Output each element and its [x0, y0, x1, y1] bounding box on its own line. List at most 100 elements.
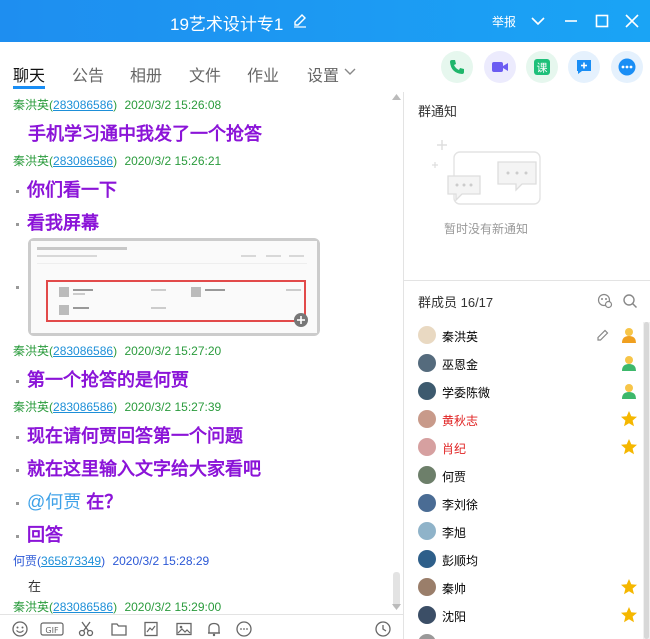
gif-icon[interactable]: GIF: [40, 621, 64, 637]
message-line: 现在请何贾回答第一个问题: [16, 422, 243, 448]
add-app-icon: [577, 60, 591, 74]
edit-icon[interactable]: [292, 12, 308, 28]
sender-uid-link[interactable]: 365873349: [41, 554, 101, 568]
message-header: 秦洪英(283086586) 2020/3/2 15:27:39: [13, 400, 222, 414]
sender-uid-link[interactable]: 283086586: [53, 600, 113, 614]
add-app-button[interactable]: [568, 51, 600, 83]
member-item[interactable]: 李刘徐: [404, 489, 644, 517]
more-button[interactable]: [611, 51, 643, 83]
member-item[interactable]: 学委陈微: [404, 377, 644, 405]
sender-uid-link[interactable]: 283086586: [53, 344, 113, 358]
scroll-down-icon[interactable]: [392, 604, 401, 610]
sender-name[interactable]: 秦洪英: [13, 344, 49, 358]
chevron-down-icon[interactable]: [344, 68, 356, 76]
bell-icon[interactable]: [206, 621, 222, 637]
avatar: [418, 522, 436, 540]
more-icon[interactable]: [236, 621, 252, 637]
member-name: 学委陈微: [442, 386, 491, 400]
message-line: @何贾 在？: [16, 488, 122, 514]
tab-chat[interactable]: 聊天: [13, 62, 45, 86]
owner-icon: [622, 328, 636, 343]
folder-icon[interactable]: [111, 621, 127, 637]
maximize-icon[interactable]: [594, 13, 610, 29]
scrollbar-thumb[interactable]: [644, 322, 649, 639]
message-text: 手机学习通中我发了一个抢答: [28, 124, 262, 144]
picture-icon[interactable]: [176, 621, 192, 637]
message-text: 现在请何贾回答第一个问题: [27, 426, 243, 446]
star-icon: [621, 579, 637, 595]
message-header: 秦洪英(283086586) 2020/3/2 15:26:08: [13, 98, 222, 112]
class-button[interactable]: 课: [526, 51, 558, 83]
screenshot-image[interactable]: [28, 238, 320, 336]
member-item[interactable]: 沈阳: [404, 601, 644, 629]
history-icon[interactable]: [375, 621, 391, 637]
image-icon[interactable]: [143, 621, 159, 637]
sender-name[interactable]: 秦洪英: [13, 600, 49, 614]
avatar: [418, 550, 436, 568]
group-title: 19艺术设计专1: [170, 15, 284, 34]
message-line: 第一个抢答的是何贾: [16, 366, 189, 392]
sender-uid-link[interactable]: 283086586: [53, 400, 113, 414]
tab-settings[interactable]: 设置: [307, 62, 339, 86]
message-header: 秦洪英(283086586) 2020/3/2 15:29:00: [13, 600, 222, 614]
video-call-button[interactable]: [484, 51, 516, 83]
message-line: 回答: [16, 521, 63, 547]
phone-call-icon: [450, 60, 464, 74]
report-button[interactable]: 举报: [492, 13, 516, 30]
tab-homework[interactable]: 作业: [247, 62, 279, 86]
member-item[interactable]: 秦洪英: [404, 321, 644, 349]
sender-uid-link[interactable]: 283086586: [53, 98, 113, 112]
screenshot-thumbnail: [31, 241, 317, 333]
star-icon: [621, 439, 637, 455]
message-text: 就在这里输入文字给大家看吧: [27, 459, 261, 479]
phone-call-button[interactable]: [441, 51, 473, 83]
avatar: [418, 494, 436, 512]
sender-uid-link[interactable]: 283086586: [53, 154, 113, 168]
emoji-icon[interactable]: [12, 621, 28, 637]
member-item[interactable]: 肖纪: [404, 433, 644, 461]
member-settings-icon[interactable]: [597, 293, 613, 309]
message-time: 2020/3/2 15:28:29: [112, 554, 210, 568]
message-header: 秦洪英(283086586) 2020/3/2 15:26:21: [13, 154, 222, 168]
message-line: 你们看一下: [16, 176, 117, 202]
sender-name[interactable]: 秦洪英: [13, 154, 49, 168]
mention-link[interactable]: @何贾: [27, 492, 81, 512]
avatar: [418, 578, 436, 596]
bullet-dot: [16, 286, 19, 289]
avatar: [418, 354, 436, 372]
tab-album[interactable]: 相册: [130, 62, 162, 86]
svg-text:GIF: GIF: [45, 626, 59, 635]
scissors-icon[interactable]: [78, 621, 94, 637]
member-name: 秦洪英: [442, 330, 479, 344]
scroll-up-icon[interactable]: [392, 94, 401, 100]
message-time: 2020/3/2 15:29:00: [124, 600, 222, 614]
member-item[interactable]: 何贾: [404, 461, 644, 489]
member-item[interactable]: 李旭: [404, 517, 644, 545]
scrollbar-thumb[interactable]: [393, 572, 400, 608]
star-icon: [621, 607, 637, 623]
class-icon: 课: [534, 59, 550, 75]
member-item[interactable]: 彭顺均: [404, 545, 644, 573]
chat-scrollbar[interactable]: [390, 92, 403, 614]
member-item[interactable]: [404, 629, 644, 639]
chat-message-list[interactable]: 秦洪英(283086586) 2020/3/2 15:26:08 手机学习通中我…: [0, 92, 390, 614]
sender-name[interactable]: 何贾: [13, 554, 37, 568]
member-item[interactable]: 秦帅: [404, 573, 644, 601]
sender-name[interactable]: 秦洪英: [13, 400, 49, 414]
close-icon[interactable]: [624, 13, 640, 29]
tab-announcement[interactable]: 公告: [72, 62, 104, 86]
member-name: 黄秋志: [442, 414, 479, 428]
chevron-down-icon[interactable]: [530, 13, 546, 29]
member-item[interactable]: 黄秋志: [404, 405, 644, 433]
avatar: [418, 326, 436, 344]
video-call-icon: [492, 62, 508, 72]
minimize-icon[interactable]: [563, 13, 579, 29]
tab-files[interactable]: 文件: [189, 62, 221, 86]
empty-notice-text: 暂时没有新通知: [444, 222, 529, 236]
svg-text:课: 课: [537, 62, 548, 75]
member-item[interactable]: 巫恩金: [404, 349, 644, 377]
member-list-scrollbar[interactable]: [643, 322, 650, 639]
sender-name[interactable]: 秦洪英: [13, 98, 49, 112]
search-icon[interactable]: [622, 293, 638, 309]
edit-icon[interactable]: [596, 328, 610, 342]
